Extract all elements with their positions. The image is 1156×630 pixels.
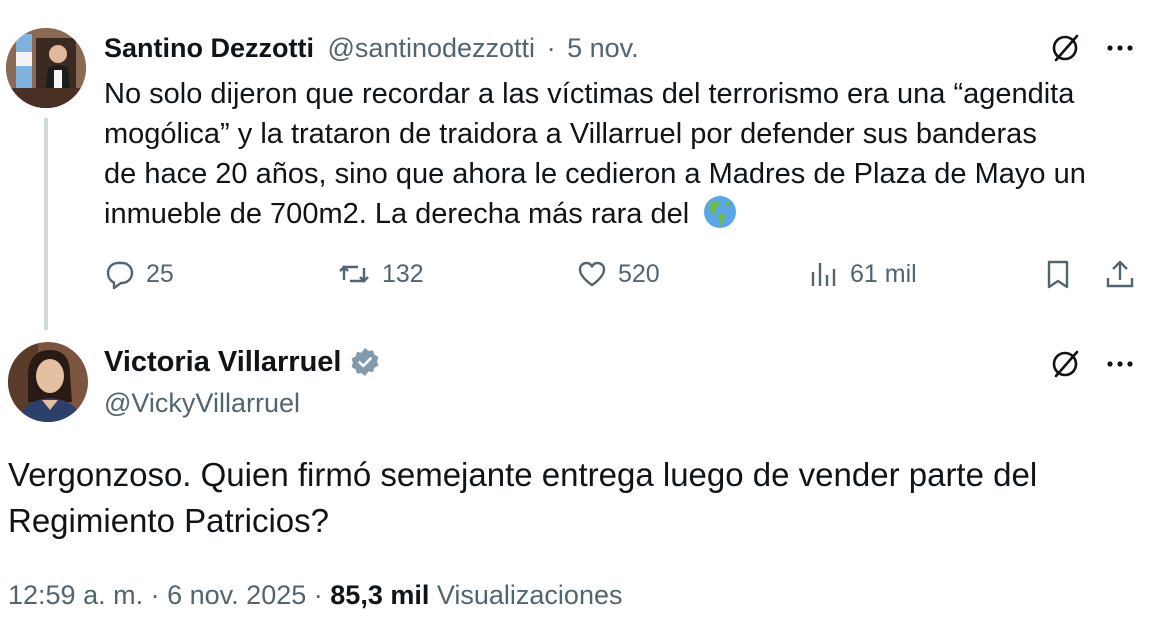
main-post-text: Vergonzoso. Quien firmó semejante entreg…: [8, 452, 1037, 544]
grok-icon[interactable]: [1050, 32, 1082, 69]
like-count: 520: [618, 259, 660, 288]
reply-text: No solo dijeron que recordar a las vícti…: [104, 74, 1144, 234]
share-icon: [1106, 260, 1134, 288]
like-button[interactable]: 520: [576, 258, 660, 290]
repost-button[interactable]: 132: [336, 258, 424, 290]
separator: ·: [313, 580, 323, 610]
reply-header: Santino Dezzotti @santinodezzotti · 5 no…: [104, 33, 639, 64]
bookmark-button[interactable]: [1042, 258, 1074, 290]
views-count: 61 mil: [850, 259, 917, 288]
verified-badge-icon: [351, 348, 379, 376]
author-handle[interactable]: @santinodezzotti: [328, 33, 536, 63]
globe-americas-icon: [704, 196, 737, 228]
post-date[interactable]: 5 nov.: [567, 33, 639, 63]
views-label: Visualizaciones: [436, 580, 623, 610]
avatar-santino[interactable]: [6, 28, 86, 108]
repost-count: 132: [382, 259, 424, 288]
main-post-text-line: Regimiento Patricios?: [8, 502, 329, 539]
main-post-text-line: Vergonzoso. Quien firmó semejante entreg…: [8, 456, 1038, 493]
reply-button[interactable]: 25: [104, 258, 174, 290]
reply-icon: [106, 261, 134, 290]
avatar-victoria[interactable]: [8, 342, 88, 422]
separator: ·: [150, 580, 160, 610]
reply-text-line: mogólica” y la trataron de traidora a Vi…: [104, 118, 1037, 150]
bookmark-icon: [1047, 260, 1069, 289]
author-name[interactable]: Santino Dezzotti: [104, 33, 314, 63]
reply-count: 25: [146, 259, 174, 288]
main-author-row: Victoria Villarruel: [104, 346, 380, 379]
repost-icon: [339, 265, 369, 283]
reply-text-line: de hace 20 años, sino que ahora le cedie…: [104, 158, 1086, 190]
reply-text-line: No solo dijeron que recordar a las vícti…: [104, 78, 1075, 110]
post-time[interactable]: 12:59 a. m.: [8, 580, 143, 610]
author-handle[interactable]: @VickyVillarruel: [104, 388, 300, 419]
views-icon: [811, 263, 836, 286]
grok-icon[interactable]: [1050, 348, 1082, 385]
post-date[interactable]: 6 nov. 2025: [167, 580, 306, 610]
more-options-icon[interactable]: [1104, 348, 1136, 385]
post-meta: 12:59 a. m. · 6 nov. 2025 · 85,3 mil Vis…: [8, 580, 622, 611]
author-name[interactable]: Victoria Villarruel: [104, 346, 342, 378]
more-options-icon[interactable]: [1104, 32, 1136, 69]
views-button[interactable]: 61 mil: [808, 258, 917, 290]
share-button[interactable]: [1104, 258, 1136, 290]
heart-icon: [578, 261, 606, 287]
reply-text-line-last: inmueble de 700m2. La derecha más rara d…: [104, 194, 1144, 234]
separator: ·: [546, 33, 556, 63]
views-count: 85,3 mil: [330, 580, 430, 610]
thread-line: [44, 118, 48, 330]
